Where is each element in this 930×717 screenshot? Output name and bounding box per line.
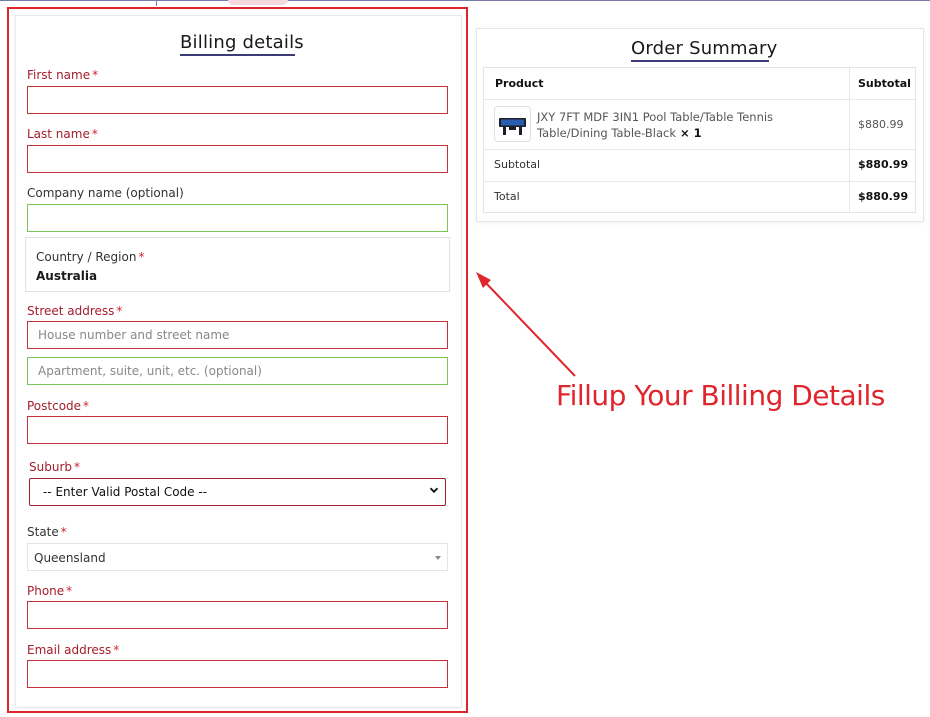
total-label: Total	[494, 190, 520, 203]
email-input[interactable]	[27, 660, 448, 688]
billing-title: Billing details	[180, 32, 304, 53]
pool-table-image	[499, 118, 526, 135]
table-divider	[484, 99, 915, 100]
postcode-label: Postcode *	[27, 399, 90, 413]
table-divider	[484, 181, 915, 182]
company-name-label: Company name (optional)	[27, 186, 184, 200]
phone-input[interactable]	[27, 601, 448, 629]
annotation-callout-text: Fillup Your Billing Details	[556, 379, 885, 412]
country-region-value: Australia	[36, 269, 98, 283]
subtotal-value: $880.99	[858, 158, 909, 171]
order-summary-title: Order Summary	[631, 38, 778, 59]
street-address-line2-input[interactable]: Apartment, suite, unit, etc. (optional)	[27, 357, 448, 385]
country-region-label: Country / Region *	[36, 250, 145, 264]
order-title-underline	[631, 60, 769, 62]
postcode-input[interactable]	[27, 416, 448, 444]
company-name-input[interactable]	[27, 204, 448, 232]
product-name[interactable]: JXY 7FT MDF 3IN1 Pool Table/Table Tennis…	[537, 109, 842, 141]
suburb-select[interactable]: -- Enter Valid Postal Code --	[29, 478, 446, 506]
top-border-line	[0, 0, 930, 1]
email-label: Email address *	[27, 643, 120, 657]
table-divider	[484, 149, 915, 150]
total-value: $880.99	[858, 190, 909, 203]
subtotal-column-header: Subtotal	[858, 77, 911, 90]
billing-title-underline	[180, 54, 295, 56]
subtotal-label: Subtotal	[494, 158, 541, 171]
last-name-label: Last name *	[27, 127, 98, 141]
phone-label: Phone *	[27, 584, 73, 598]
top-decoration	[228, 0, 288, 5]
chevron-down-icon	[429, 487, 439, 494]
top-border-tick	[156, 0, 157, 6]
table-column-divider	[849, 68, 850, 213]
suburb-label: Suburb *	[29, 460, 80, 474]
first-name-input[interactable]	[27, 86, 448, 114]
state-selected-value: Queensland	[34, 551, 106, 565]
state-label: State *	[27, 525, 67, 539]
state-select[interactable]: Queensland	[27, 543, 448, 571]
suburb-selected-value: -- Enter Valid Postal Code --	[43, 485, 208, 499]
product-thumbnail	[494, 106, 531, 142]
product-column-header: Product	[495, 77, 544, 90]
street-line1-placeholder: House number and street name	[38, 328, 230, 342]
product-quantity: × 1	[679, 126, 702, 140]
caret-down-icon	[435, 556, 441, 560]
street-address-line1-input[interactable]: House number and street name	[27, 321, 448, 349]
product-price: $880.99	[858, 118, 904, 131]
last-name-input[interactable]	[27, 145, 448, 173]
country-region-field[interactable]: Country / Region * Australia	[25, 237, 450, 292]
street-line2-placeholder: Apartment, suite, unit, etc. (optional)	[38, 364, 262, 378]
street-address-label: Street address *	[27, 304, 123, 318]
first-name-label: First name *	[27, 68, 99, 82]
